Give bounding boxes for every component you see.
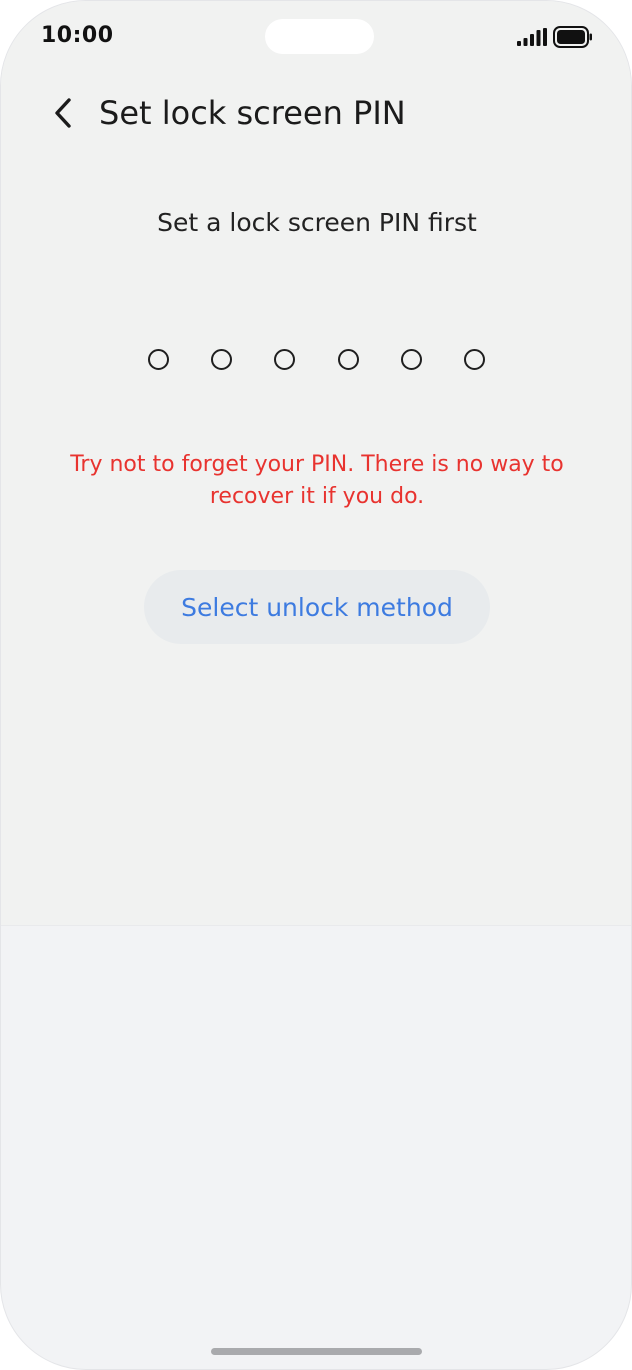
select-unlock-method-button[interactable]: Select unlock method (144, 570, 490, 644)
page-title: Set lock screen PIN (99, 94, 406, 132)
pin-warning-text: Try not to forget your PIN. There is no … (70, 452, 564, 509)
battery-full-icon (553, 26, 592, 48)
pin-dots (148, 349, 488, 371)
pin-dot (464, 349, 485, 370)
pin-dot (148, 349, 169, 370)
status-time: 10:00 (41, 23, 114, 48)
dynamic-island (265, 19, 374, 54)
pin-prompt-text: Set a lock screen PIN first (157, 208, 477, 237)
phone-frame: 10:00 Set lock screen PIN Set a lock scr… (0, 0, 632, 1370)
pin-dot (338, 349, 359, 370)
app-header: Set lock screen PIN (1, 81, 631, 145)
home-indicator[interactable] (211, 1348, 422, 1355)
back-button[interactable] (41, 91, 85, 135)
status-bar: 10:00 (1, 1, 631, 75)
pin-dot (211, 349, 232, 370)
chevron-left-icon (55, 98, 71, 128)
pin-dot (274, 349, 295, 370)
pin-dot (401, 349, 422, 370)
cellular-signal-icon (517, 28, 547, 46)
